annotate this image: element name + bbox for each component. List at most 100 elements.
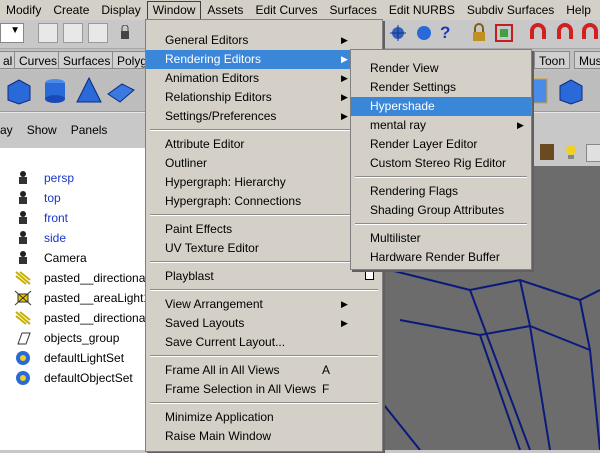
menu-item-saved-layouts[interactable]: Saved Layouts ▶ xyxy=(146,314,382,333)
outliner-item-area-light[interactable]: pasted__areaLight1 xyxy=(0,288,150,308)
select-highlight-icon[interactable] xyxy=(494,23,514,43)
directional-light-icon xyxy=(14,270,32,286)
set-icon xyxy=(14,350,32,366)
menu-window[interactable]: Window xyxy=(146,0,202,20)
outliner-item-objects-group[interactable]: objects_group xyxy=(0,328,145,348)
camera-icon xyxy=(14,190,32,206)
outliner-list: persp top front side Camera pasted__dire… xyxy=(0,148,157,450)
menu-item-hypershade[interactable]: Hypershade xyxy=(351,97,531,116)
menu-item-mental-ray[interactable]: mental ray ▶ xyxy=(351,116,531,135)
outliner-menu-show[interactable]: Show xyxy=(27,123,57,137)
menu-item-paint-effects[interactable]: Paint Effects xyxy=(146,220,382,239)
menu-item-animation-editors[interactable]: Animation Editors ▶ xyxy=(146,69,382,88)
menu-item-uv-texture-editor[interactable]: UV Texture Editor xyxy=(146,239,382,258)
outliner-item-camera[interactable]: Camera xyxy=(0,248,145,268)
menu-assets[interactable]: Assets xyxy=(201,0,249,20)
snap-curve-icon[interactable] xyxy=(555,23,575,43)
menu-item-shading-group-attributes[interactable]: Shading Group Attributes xyxy=(351,201,531,220)
menu-item-hypergraph-hierarchy[interactable]: Hypergraph: Hierarchy xyxy=(146,173,382,192)
menuset-dropdown[interactable]: ▼ xyxy=(0,23,24,43)
outliner-item-front[interactable]: front xyxy=(0,208,145,228)
ipr-render-icon[interactable] xyxy=(414,23,434,43)
menu-separator xyxy=(355,223,527,225)
light-bulb-icon[interactable] xyxy=(564,143,578,161)
menu-item-multilister[interactable]: Multilister xyxy=(351,229,531,248)
submenu-arrow-icon: ▶ xyxy=(341,54,348,64)
submenu-arrow-icon: ▶ xyxy=(341,35,348,45)
menu-edit-nurbs[interactable]: Edit NURBS xyxy=(383,0,461,20)
menu-item-save-current-layout[interactable]: Save Current Layout... xyxy=(146,333,382,352)
outliner-item-side[interactable]: side xyxy=(0,228,145,248)
poly-cube-icon[interactable] xyxy=(4,76,34,106)
new-scene-icon[interactable] xyxy=(38,23,58,43)
menu-item-rendering-flags[interactable]: Rendering Flags xyxy=(351,182,531,201)
menu-create[interactable]: Create xyxy=(47,0,95,20)
render-icon[interactable] xyxy=(388,23,408,43)
menu-item-attribute-editor[interactable]: Attribute Editor xyxy=(146,135,382,154)
main-menubar: Modify Create Display Window Assets Edit… xyxy=(0,0,600,21)
menu-surfaces[interactable]: Surfaces xyxy=(323,0,382,20)
submenu-arrow-icon: ▶ xyxy=(341,111,348,121)
menu-item-minimize-application[interactable]: Minimize Application xyxy=(146,408,382,427)
menu-item-rendering-editors[interactable]: Rendering Editors ▶ xyxy=(146,50,382,69)
save-scene-icon[interactable] xyxy=(88,23,108,43)
menu-item-raise-main-window[interactable]: Raise Main Window xyxy=(146,427,382,446)
menu-modify[interactable]: Modify xyxy=(0,0,47,20)
menu-item-frame-all[interactable]: Frame All in All Views A xyxy=(146,361,382,380)
display-icon[interactable] xyxy=(586,144,600,162)
submenu-arrow-icon: ▶ xyxy=(341,299,348,309)
menu-item-relationship-editors[interactable]: Relationship Editors ▶ xyxy=(146,88,382,107)
snap-point-icon[interactable] xyxy=(580,23,600,43)
snap-magnet-icon[interactable] xyxy=(528,23,548,43)
shortcut-label: A xyxy=(322,363,331,377)
menu-item-settings-preferences[interactable]: Settings/Preferences ▶ xyxy=(146,107,382,126)
menu-help[interactable]: Help xyxy=(560,0,597,20)
menu-display[interactable]: Display xyxy=(95,0,146,20)
outliner-item-persp[interactable]: persp xyxy=(0,168,145,188)
menu-item-render-layer-editor[interactable]: Render Layer Editor xyxy=(351,135,531,154)
outliner-item-directional-light-1[interactable]: pasted__directionalLi xyxy=(0,268,157,288)
menu-item-outliner[interactable]: Outliner xyxy=(146,154,382,173)
menu-subdiv-surfaces[interactable]: Subdiv Surfaces xyxy=(461,0,560,20)
shelf-tab-muscle[interactable]: Mus xyxy=(574,51,600,69)
lock-selection-icon[interactable] xyxy=(470,23,488,43)
outliner-item-top[interactable]: top xyxy=(0,188,145,208)
menu-item-frame-selection[interactable]: Frame Selection in All Views F xyxy=(146,380,382,399)
poly-plane-icon[interactable] xyxy=(106,76,136,106)
submenu-arrow-icon: ▶ xyxy=(517,120,524,130)
shortcut-label: F xyxy=(322,382,330,396)
outliner-menu-panels[interactable]: Panels xyxy=(71,123,108,137)
set-icon xyxy=(14,370,32,386)
shelf-tab-curves[interactable]: Curves xyxy=(14,51,63,69)
shelf-tab-toon[interactable]: Toon xyxy=(534,51,571,69)
camera-icon xyxy=(14,210,32,226)
submenu-arrow-icon: ▶ xyxy=(341,73,348,83)
menu-item-custom-stereo-rig-editor[interactable]: Custom Stereo Rig Editor xyxy=(351,154,531,173)
menu-separator xyxy=(150,402,378,404)
menu-item-render-view[interactable]: Render View xyxy=(351,59,531,78)
shelf-tab-surfaces[interactable]: Surfaces xyxy=(58,51,116,69)
menu-edit-curves[interactable]: Edit Curves xyxy=(249,0,323,20)
rendering-editors-submenu: Render View Render Settings Hypershade m… xyxy=(350,49,532,270)
lock-icon[interactable] xyxy=(120,24,130,41)
outliner-item-directional-light-2[interactable]: pasted__directionalLi xyxy=(0,308,157,328)
poly-cone-icon[interactable] xyxy=(74,76,104,106)
menu-item-view-arrangement[interactable]: View Arrangement ▶ xyxy=(146,295,382,314)
menu-item-playblast[interactable]: Playblast xyxy=(146,267,382,286)
camera-icon xyxy=(14,230,32,246)
menu-item-hardware-render-buffer[interactable]: Hardware Render Buffer xyxy=(351,248,531,267)
texture-icon[interactable] xyxy=(540,144,554,160)
chevron-down-icon: ▼ xyxy=(10,25,20,36)
menu-item-render-settings[interactable]: Render Settings xyxy=(351,78,531,97)
help-icon[interactable]: ? xyxy=(440,23,460,43)
outliner-menubar: ay Show Panels xyxy=(0,120,145,140)
open-scene-icon[interactable] xyxy=(63,23,83,43)
poly-cylinder-icon[interactable] xyxy=(40,76,70,106)
menu-item-general-editors[interactable]: General Editors ▶ xyxy=(146,31,382,50)
menu-item-hypergraph-connections[interactable]: Hypergraph: Connections xyxy=(146,192,382,211)
outliner-item-default-light-set[interactable]: defaultLightSet xyxy=(0,348,145,368)
option-box-icon[interactable] xyxy=(365,271,374,280)
outliner-menu-display[interactable]: ay xyxy=(0,123,13,137)
outliner-item-default-object-set[interactable]: defaultObjectSet xyxy=(0,368,145,388)
poly-cube-right-icon[interactable] xyxy=(556,76,586,106)
